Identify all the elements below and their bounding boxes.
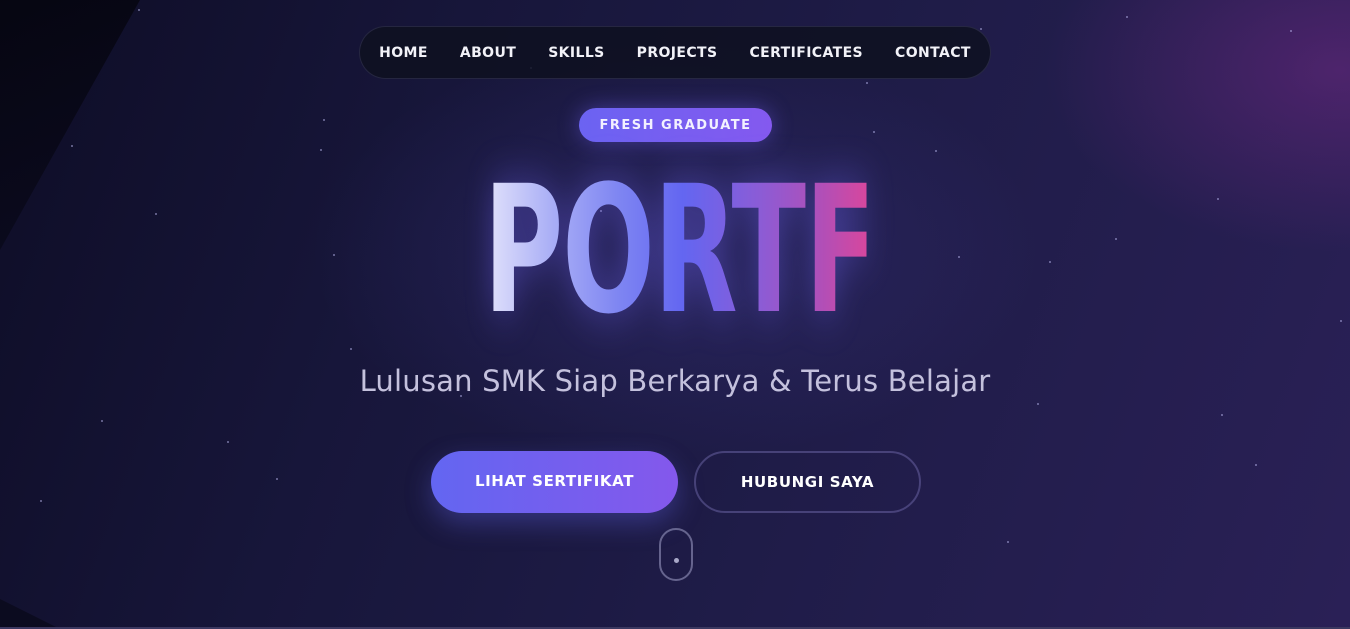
star: [350, 348, 352, 350]
nav-item-home[interactable]: HOME: [379, 45, 428, 61]
star: [980, 28, 982, 30]
nav-item-contact[interactable]: CONTACT: [895, 45, 971, 61]
contact-me-button[interactable]: HUBUNGI SAYA: [694, 451, 921, 513]
status-badge: FRESH GRADUATE: [579, 108, 772, 142]
nav-item-skills[interactable]: SKILLS: [548, 45, 604, 61]
star: [1007, 541, 1009, 543]
star: [1221, 414, 1223, 416]
star: [323, 119, 325, 121]
background-corner-decoration: [0, 599, 60, 629]
star: [276, 478, 278, 480]
star: [866, 82, 868, 84]
star: [320, 149, 322, 151]
star: [333, 254, 335, 256]
scroll-dot: [674, 558, 679, 563]
star: [1126, 16, 1128, 18]
star: [138, 9, 140, 11]
star: [227, 441, 229, 443]
star: [873, 131, 875, 133]
hero-subtitle: Lulusan SMK Siap Berkarya & Terus Belaja…: [359, 364, 991, 398]
star: [40, 500, 42, 502]
background-shard-decoration: [0, 0, 140, 250]
star: [1217, 198, 1219, 200]
star: [101, 420, 103, 422]
hero-title: PORTFOLIO: [483, 148, 1170, 353]
main-nav: HOME ABOUT SKILLS PROJECTS CERTIFICATES …: [359, 26, 991, 79]
nav-item-projects[interactable]: PROJECTS: [637, 45, 718, 61]
star: [1037, 403, 1039, 405]
star: [1255, 464, 1257, 466]
mouse-scroll-icon[interactable]: [659, 528, 693, 581]
nav-item-certificates[interactable]: CERTIFICATES: [749, 45, 863, 61]
nav-item-about[interactable]: ABOUT: [460, 45, 516, 61]
view-certificates-button[interactable]: LIHAT SERTIFIKAT: [431, 451, 678, 513]
star: [1290, 30, 1292, 32]
star: [71, 145, 73, 147]
star: [155, 213, 157, 215]
star: [1340, 320, 1342, 322]
